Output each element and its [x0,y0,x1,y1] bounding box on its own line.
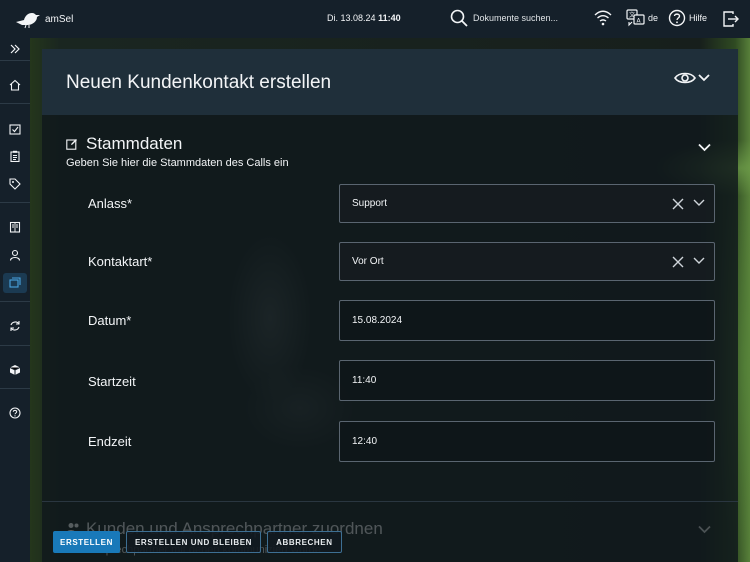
field-label-kontaktart: Kontaktart* [88,254,153,269]
person-icon[interactable] [9,249,21,261]
chevron-down-icon [698,74,710,82]
search-icon [450,9,468,27]
clear-icon[interactable] [672,198,684,210]
action-bar: ERSTELLEN ERSTELLEN UND BLEIBEN ABBRECHE… [53,531,342,553]
document-search[interactable]: Dokumente suchen... [450,9,558,27]
current-date: Di. 13.08.24 [327,13,376,23]
help-link[interactable]: Hilfe [668,9,707,27]
current-datetime: Di. 13.08.24 11:40 [327,13,401,23]
field-label-datum: Datum* [88,313,132,328]
section-divider [42,501,738,502]
tag-icon[interactable] [9,178,21,190]
contacts-icon[interactable] [9,277,21,289]
create-button[interactable]: ERSTELLEN [53,531,120,553]
datum-value: 15.08.2024 [352,315,403,326]
expand-icon[interactable] [9,43,21,55]
help-icon[interactable] [9,407,21,419]
startzeit-input[interactable]: 11:40 [339,360,715,401]
help-label: Hilfe [689,13,708,23]
create-contact-dialog: Neuen Kundenkontakt erstellen Stammdaten… [42,49,738,562]
anlass-select[interactable]: Support [339,184,715,223]
home-icon[interactable] [9,79,21,91]
sync-icon[interactable] [9,320,21,332]
chevron-down-icon[interactable] [693,257,705,265]
eye-icon [674,72,696,84]
section-title: Stammdaten [86,134,183,153]
dialog-header: Neuen Kundenkontakt erstellen [42,49,738,115]
chevron-down-icon[interactable] [698,525,711,534]
language-label: de [648,13,659,23]
field-label-endzeit: Endzeit [88,434,132,449]
box-icon[interactable] [9,364,21,376]
wifi-icon [594,10,612,26]
translate-icon: A 文 [626,9,645,27]
field-label-anlass: Anlass* [88,196,133,211]
bird-logo-icon [16,13,40,29]
tasks-icon[interactable] [9,123,21,135]
endzeit-input[interactable]: 12:40 [339,421,715,462]
chevron-down-icon [698,143,711,152]
sidebar [0,38,30,562]
field-label-startzeit: Startzeit [88,374,136,389]
create-and-stay-button[interactable]: ERSTELLEN UND BLEIBEN [126,531,262,553]
cancel-button[interactable]: ABBRECHEN [267,531,342,553]
app-logo[interactable]: amSel [14,9,73,29]
chevron-down-icon[interactable] [693,199,705,207]
clipboard-icon[interactable] [9,150,21,162]
dialog-title: Neuen Kundenkontakt erstellen [66,72,332,93]
section-collapse-toggle[interactable] [698,139,711,157]
top-bar: amSel Di. 13.08.24 11:40 Dokumente suche… [0,0,750,38]
datum-input[interactable]: 15.08.2024 [339,300,715,341]
svg-text:文: 文 [629,11,635,19]
current-time: 11:40 [378,13,401,23]
search-placeholder: Dokumente suchen... [473,13,559,23]
help-circle-icon [668,9,686,27]
edit-icon [66,139,77,150]
logout-button[interactable] [722,10,740,33]
startzeit-value: 11:40 [352,375,377,386]
kontaktart-value: Vor Ort [352,256,384,267]
endzeit-value: 12:40 [352,436,378,447]
anlass-value: Support [352,198,388,209]
stammdaten-section-header[interactable]: Stammdaten [66,134,182,154]
app-name: amSel [45,13,74,25]
section-subtitle: Geben Sie hier die Stammdaten des Calls … [66,157,289,169]
book-icon[interactable] [9,221,21,233]
wifi-status[interactable] [594,10,612,31]
logout-icon [723,11,739,27]
visibility-toggle[interactable] [674,71,710,85]
language-switcher[interactable]: A 文 de [626,9,658,27]
clear-icon[interactable] [672,256,684,268]
kontaktart-select[interactable]: Vor Ort [339,242,715,281]
